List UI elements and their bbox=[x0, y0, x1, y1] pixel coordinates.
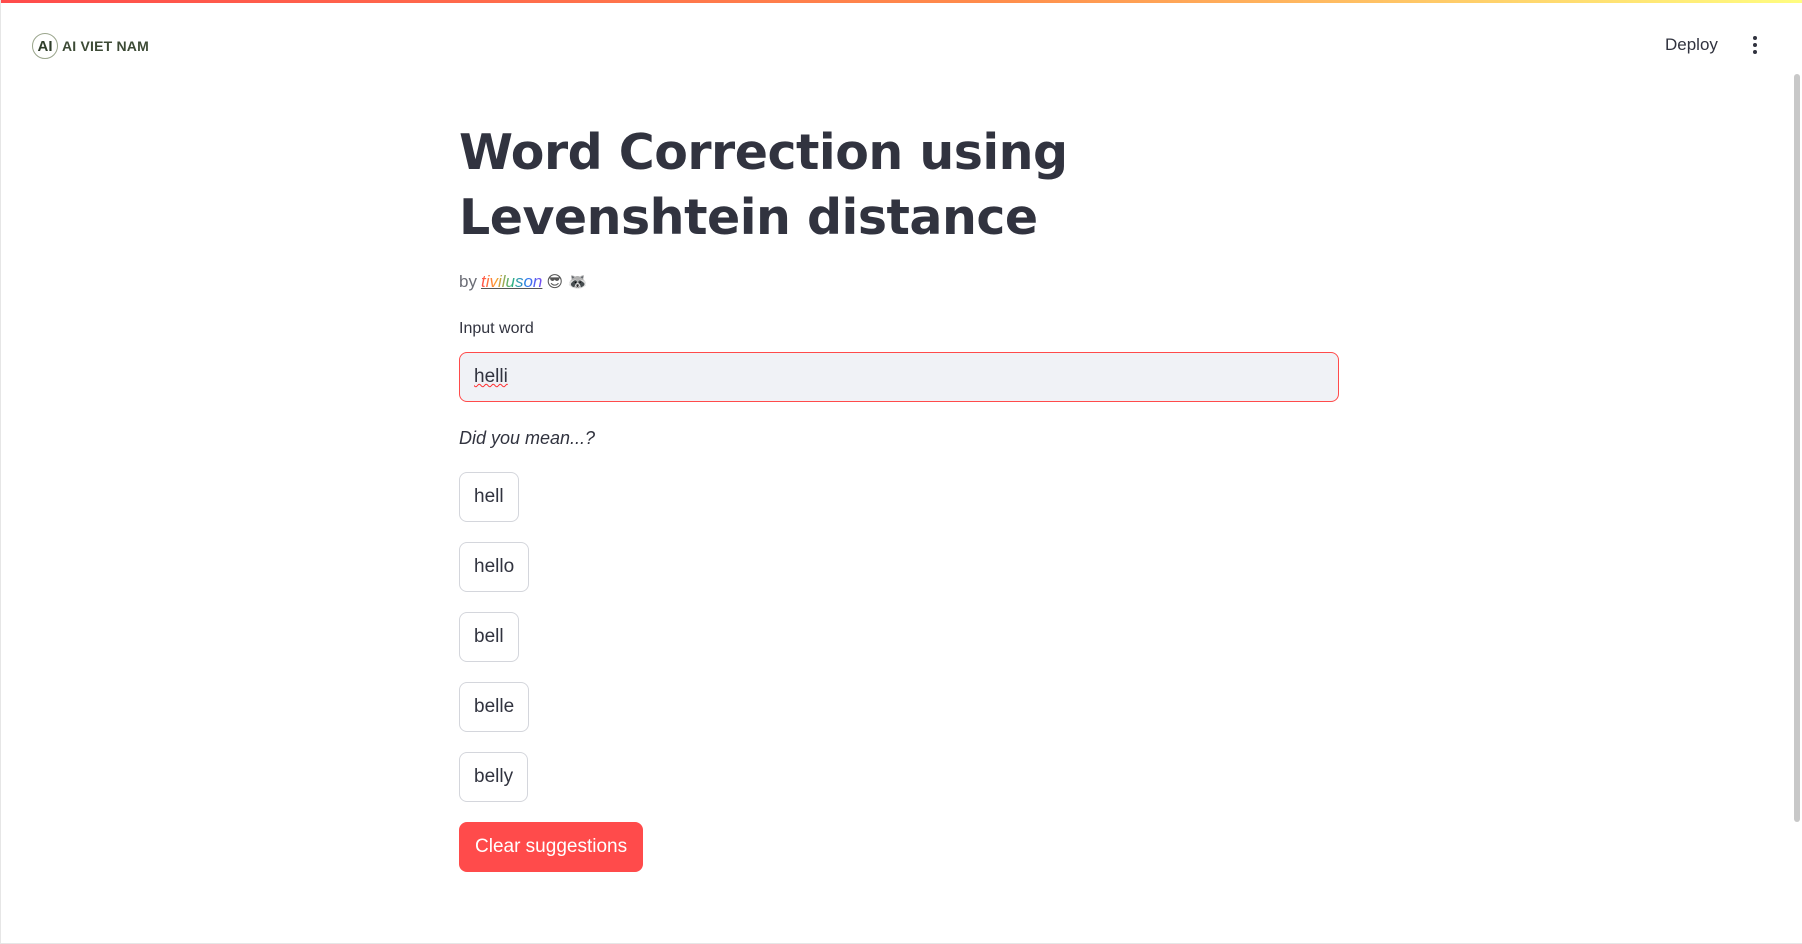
main-menu-button[interactable] bbox=[1740, 27, 1770, 63]
scrollbar[interactable] bbox=[1794, 74, 1800, 822]
author-link[interactable]: tiviluson bbox=[481, 272, 542, 292]
page-title: Word Correction using Levenshtein distan… bbox=[459, 124, 1068, 246]
input-word-field[interactable] bbox=[472, 365, 1326, 389]
deploy-button[interactable]: Deploy bbox=[1653, 25, 1730, 65]
logo-mark: AI bbox=[32, 33, 58, 59]
suggestions-list: hell hello bell belle belly bbox=[459, 472, 1339, 802]
did-you-mean-text: Did you mean...? bbox=[459, 428, 596, 448]
byline-prefix: by bbox=[459, 272, 477, 291]
kebab-menu-icon bbox=[1753, 36, 1757, 54]
suggestion-button-hello[interactable]: hello bbox=[459, 542, 530, 592]
suggestion-button-bell[interactable]: bell bbox=[459, 612, 519, 662]
app-header: AI AI VIET NAM Deploy bbox=[0, 3, 1802, 87]
app-window: AI AI VIET NAM Deploy Word Correction us… bbox=[0, 0, 1802, 944]
input-word-label: Input word bbox=[459, 320, 534, 337]
byline-emojis: 😎 🦝 bbox=[546, 274, 588, 291]
logo-text: AI VIET NAM bbox=[62, 38, 149, 54]
window-border-left bbox=[0, 0, 1, 944]
clear-suggestions-button[interactable]: Clear suggestions bbox=[459, 822, 644, 872]
input-word-field-wrapper bbox=[459, 352, 1339, 402]
main-content: Word Correction using Levenshtein distan… bbox=[459, 120, 1339, 872]
suggestion-button-belle[interactable]: belle bbox=[459, 682, 530, 732]
suggestion-button-hell[interactable]: hell bbox=[459, 472, 519, 522]
suggestion-button-belly[interactable]: belly bbox=[459, 752, 529, 802]
logo: AI AI VIET NAM bbox=[32, 31, 149, 61]
byline: by tiviluson 😎 🦝 bbox=[459, 270, 1339, 294]
